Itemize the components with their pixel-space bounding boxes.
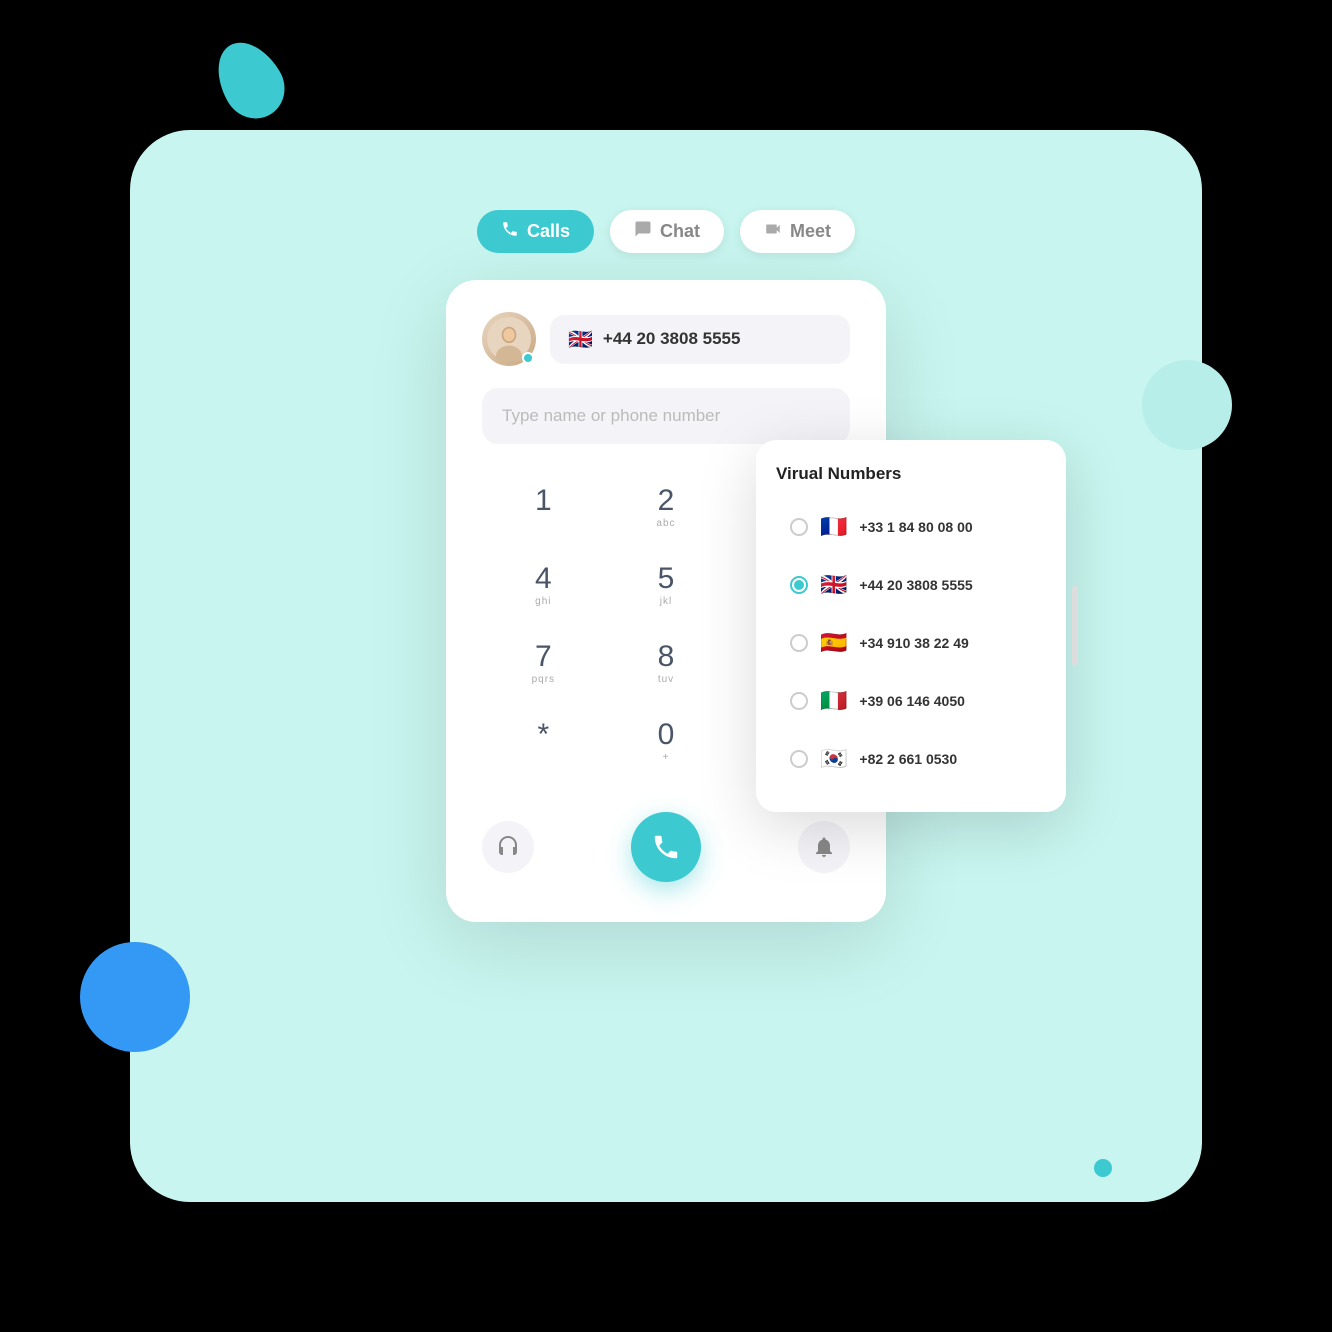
vn-number: +44 20 3808 5555 bbox=[859, 577, 972, 593]
virtual-number-item[interactable]: 🇰🇷 +82 2 661 0530 bbox=[776, 734, 1046, 784]
dial-key-5[interactable]: 5 jkl bbox=[605, 550, 728, 624]
vn-flag: 🇬🇧 bbox=[820, 572, 847, 598]
dial-key-7[interactable]: 7 pqrs bbox=[482, 628, 605, 702]
search-input[interactable] bbox=[502, 406, 830, 426]
dial-key-2[interactable]: 2 abc bbox=[605, 472, 728, 546]
tab-chat-label: Chat bbox=[660, 221, 700, 242]
virtual-number-item[interactable]: 🇮🇹 +39 06 146 4050 bbox=[776, 676, 1046, 726]
snooze-button[interactable]: Z bbox=[798, 821, 850, 873]
vn-number: +39 06 146 4050 bbox=[859, 693, 965, 709]
tab-meet[interactable]: Meet bbox=[740, 210, 855, 253]
tab-calls-label: Calls bbox=[527, 221, 570, 242]
vn-radio bbox=[790, 750, 808, 768]
scroll-hint bbox=[1072, 586, 1078, 666]
dial-key-1[interactable]: 1 bbox=[482, 472, 605, 546]
phone-flag: 🇬🇧 bbox=[568, 327, 593, 352]
svg-text:Z: Z bbox=[822, 845, 826, 851]
phone-number: +44 20 3808 5555 bbox=[603, 329, 741, 349]
user-avatar-wrap bbox=[482, 312, 536, 366]
virtual-number-item[interactable]: 🇪🇸 +34 910 38 22 49 bbox=[776, 618, 1046, 668]
vn-radio bbox=[790, 576, 808, 594]
virtual-numbers-title: Virual Numbers bbox=[776, 464, 1046, 484]
calls-icon bbox=[501, 220, 519, 243]
vn-radio bbox=[790, 634, 808, 652]
deco-drop bbox=[204, 30, 296, 129]
vn-flag: 🇮🇹 bbox=[820, 688, 847, 714]
dialer-header: 🇬🇧 +44 20 3808 5555 bbox=[482, 312, 850, 366]
virtual-numbers-list: 🇫🇷 +33 1 84 80 08 00 🇬🇧 +44 20 3808 5555… bbox=[776, 502, 1046, 784]
tab-meet-label: Meet bbox=[790, 221, 831, 242]
meet-icon bbox=[764, 220, 782, 243]
deco-dot-br bbox=[1094, 1159, 1112, 1177]
virtual-number-item[interactable]: 🇫🇷 +33 1 84 80 08 00 bbox=[776, 502, 1046, 552]
tab-chat[interactable]: Chat bbox=[610, 210, 724, 253]
vn-flag: 🇰🇷 bbox=[820, 746, 847, 772]
phone-display[interactable]: 🇬🇧 +44 20 3808 5555 bbox=[550, 315, 850, 364]
dialer-bottom: Z bbox=[482, 812, 850, 882]
dial-key-8[interactable]: 8 tuv bbox=[605, 628, 728, 702]
headset-button[interactable] bbox=[482, 821, 534, 873]
vn-flag: 🇪🇸 bbox=[820, 630, 847, 656]
vn-number: +33 1 84 80 08 00 bbox=[859, 519, 972, 535]
tab-calls[interactable]: Calls bbox=[477, 210, 594, 253]
tab-bar: Calls Chat Meet bbox=[477, 210, 855, 253]
online-indicator bbox=[522, 352, 534, 364]
search-field-wrap[interactable] bbox=[482, 388, 850, 444]
dial-key-0[interactable]: 0 + bbox=[605, 706, 728, 780]
deco-circle-left bbox=[80, 942, 190, 1052]
vn-radio bbox=[790, 518, 808, 536]
vn-radio bbox=[790, 692, 808, 710]
vn-flag: 🇫🇷 bbox=[820, 514, 847, 540]
virtual-number-item[interactable]: 🇬🇧 +44 20 3808 5555 bbox=[776, 560, 1046, 610]
dial-key-4[interactable]: 4 ghi bbox=[482, 550, 605, 624]
chat-icon bbox=[634, 220, 652, 243]
vn-number: +82 2 661 0530 bbox=[859, 751, 957, 767]
call-button[interactable] bbox=[631, 812, 701, 882]
virtual-numbers-panel: Virual Numbers 🇫🇷 +33 1 84 80 08 00 🇬🇧 +… bbox=[756, 440, 1066, 812]
dial-key-*[interactable]: * bbox=[482, 706, 605, 780]
vn-number: +34 910 38 22 49 bbox=[859, 635, 968, 651]
deco-circle-right bbox=[1142, 360, 1232, 450]
